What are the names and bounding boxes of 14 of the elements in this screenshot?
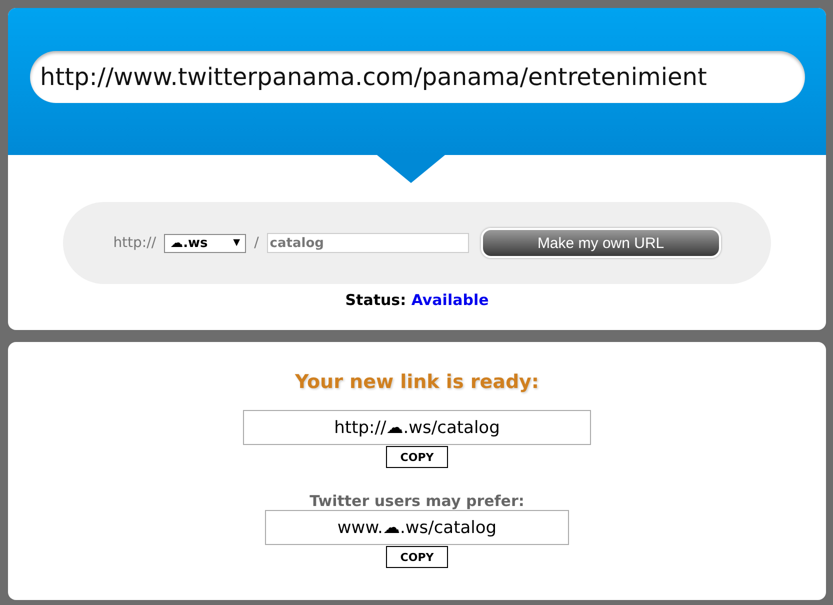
- slug-field[interactable]: catalog: [266, 233, 469, 253]
- prefix-label: http://: [113, 235, 156, 251]
- url-field[interactable]: http://www.twitterpanama.com/panama/entretenimient: [30, 51, 805, 103]
- separator-label: /: [254, 235, 259, 251]
- copy-button[interactable]: COPY: [386, 446, 448, 468]
- status-value: Available: [411, 291, 489, 309]
- short-url-field[interactable]: www.☁.ws/catalog: [265, 510, 569, 545]
- status-label: Status:: [345, 291, 406, 309]
- result-heading: Your new link is ready:: [294, 371, 540, 393]
- short-url-field[interactable]: http://☁.ws/catalog: [243, 410, 591, 445]
- domain-select[interactable]: ☁.ws ▼: [164, 234, 246, 252]
- copy-button[interactable]: COPY: [386, 546, 448, 568]
- make-url-button[interactable]: Make my own URL: [480, 228, 721, 258]
- link-caption: Twitter users may prefer:: [310, 492, 524, 510]
